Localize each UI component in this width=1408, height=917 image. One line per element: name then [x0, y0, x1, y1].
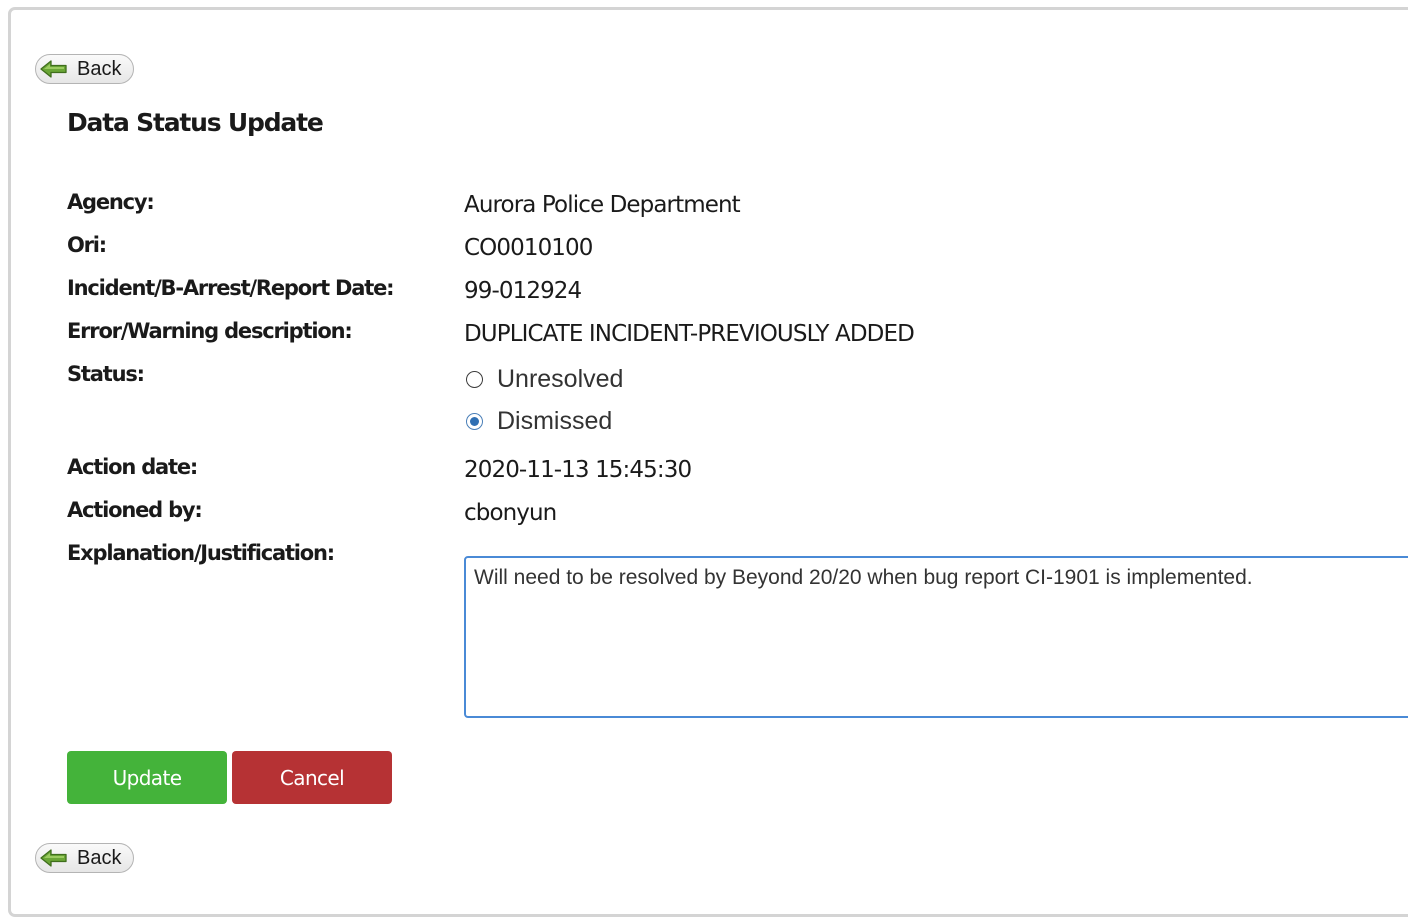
action-date-value: 2020-11-13 15:45:30	[464, 457, 692, 483]
update-button[interactable]: Update	[67, 751, 227, 804]
ori-label: Ori:	[67, 233, 107, 257]
radio-dot-icon	[470, 417, 479, 426]
radio-checked-icon[interactable]	[466, 413, 483, 430]
ori-value: CO0010100	[464, 235, 593, 261]
explanation-label: Explanation/Justification:	[67, 541, 335, 565]
status-label: Status:	[67, 362, 145, 386]
radio-label-dismissed: Dismissed	[497, 407, 613, 435]
actioned-by-value: cbonyun	[464, 500, 557, 526]
back-arrow-icon	[40, 59, 70, 79]
page-title: Data Status Update	[67, 108, 324, 137]
incident-label: Incident/B-Arrest/Report Date:	[67, 276, 395, 300]
error-description-value: DUPLICATE INCIDENT-PREVIOUSLY ADDED	[464, 321, 915, 347]
radio-unchecked-icon[interactable]	[466, 371, 483, 388]
back-button-label: Back	[77, 846, 122, 869]
back-button-top[interactable]: Back	[35, 54, 134, 84]
agency-value: Aurora Police Department	[464, 192, 741, 218]
actioned-by-label: Actioned by:	[67, 498, 203, 522]
radio-label-unresolved: Unresolved	[497, 365, 624, 393]
back-arrow-icon	[40, 848, 70, 868]
status-radio-dismissed[interactable]: Dismissed	[466, 407, 612, 436]
action-date-label: Action date:	[67, 455, 198, 479]
back-button-bottom[interactable]: Back	[35, 843, 134, 873]
explanation-textarea[interactable]: Will need to be resolved by Beyond 20/20…	[464, 556, 1408, 718]
back-button-label: Back	[77, 57, 122, 80]
status-radio-unresolved[interactable]: Unresolved	[466, 365, 623, 394]
error-description-label: Error/Warning description:	[67, 319, 353, 343]
cancel-button[interactable]: Cancel	[232, 751, 392, 804]
incident-value: 99-012924	[464, 278, 582, 304]
agency-label: Agency:	[67, 190, 155, 214]
